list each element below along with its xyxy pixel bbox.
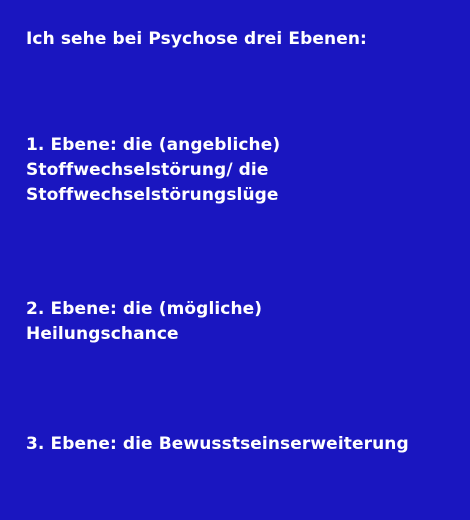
intro-text: Ich sehe bei Psychose drei Ebenen: xyxy=(26,29,367,49)
text-post-card: Ich sehe bei Psychose drei Ebenen: 1. Eb… xyxy=(0,0,470,520)
level-1-text: 1. Ebene: die (angebliche) Stoffwechsels… xyxy=(26,135,281,205)
level-2-text: 2. Ebene: die (mögliche) Heilungschance xyxy=(26,299,263,344)
level-3-text: 3. Ebene: die Bewusstseinserweiterung xyxy=(26,434,409,454)
